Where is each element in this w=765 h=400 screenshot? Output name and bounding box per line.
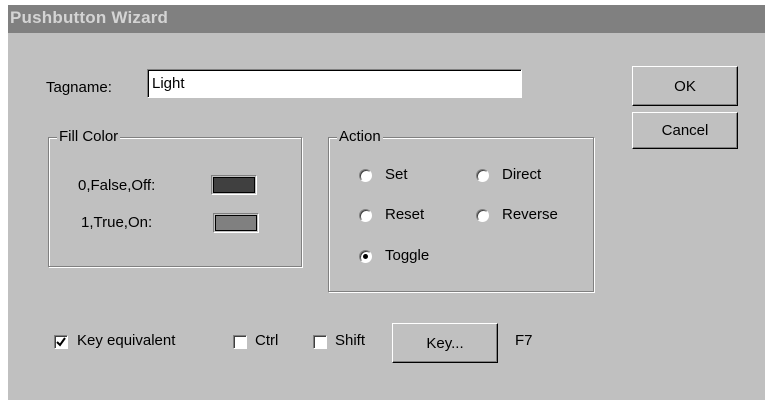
cancel-button[interactable]: Cancel <box>632 112 738 149</box>
radio-dot-icon <box>363 254 368 259</box>
action-set-label[interactable]: Set <box>385 166 408 183</box>
action-set-radio[interactable] <box>359 169 372 182</box>
action-toggle-radio[interactable] <box>359 250 372 263</box>
fill-color-off-swatch-fill <box>213 177 255 193</box>
key-value: F7 <box>515 332 533 349</box>
tagname-input[interactable] <box>147 69 522 98</box>
tagname-label: Tagname: <box>46 79 112 96</box>
fill-color-off-label: 0,False,Off: <box>78 177 156 194</box>
action-reverse-label[interactable]: Reverse <box>502 206 558 223</box>
action-direct-label[interactable]: Direct <box>502 166 541 183</box>
ctrl-checkbox[interactable] <box>233 335 247 349</box>
fill-color-legend: Fill Color <box>57 128 121 145</box>
action-reset-radio[interactable] <box>359 209 372 222</box>
action-reset-label[interactable]: Reset <box>385 206 424 223</box>
action-direct-radio[interactable] <box>476 169 489 182</box>
key-button[interactable]: Key... <box>392 323 498 363</box>
action-reverse-radio[interactable] <box>476 209 489 222</box>
action-toggle-label[interactable]: Toggle <box>385 247 429 264</box>
shift-checkbox[interactable] <box>313 335 327 349</box>
key-equivalent-label[interactable]: Key equivalent <box>77 332 175 349</box>
fill-color-on-label: 1,True,On: <box>81 214 153 231</box>
fill-color-on-swatch-fill <box>215 215 257 231</box>
fill-color-group: Fill Color <box>48 128 302 267</box>
ctrl-label[interactable]: Ctrl <box>255 332 278 349</box>
ok-button[interactable]: OK <box>632 66 738 106</box>
title-bar[interactable]: Pushbutton Wizard <box>8 5 765 33</box>
pushbutton-wizard-dialog: Pushbutton Wizard Tagname: OK Cancel Fil… <box>8 5 765 400</box>
key-equivalent-checkbox[interactable] <box>54 335 68 349</box>
shift-label[interactable]: Shift <box>335 332 365 349</box>
checkmark-icon <box>56 337 66 347</box>
window-title: Pushbutton Wizard <box>10 8 169 27</box>
fill-color-off-swatch[interactable] <box>211 175 257 195</box>
fill-color-on-swatch[interactable] <box>213 213 259 233</box>
action-legend: Action <box>337 128 383 145</box>
